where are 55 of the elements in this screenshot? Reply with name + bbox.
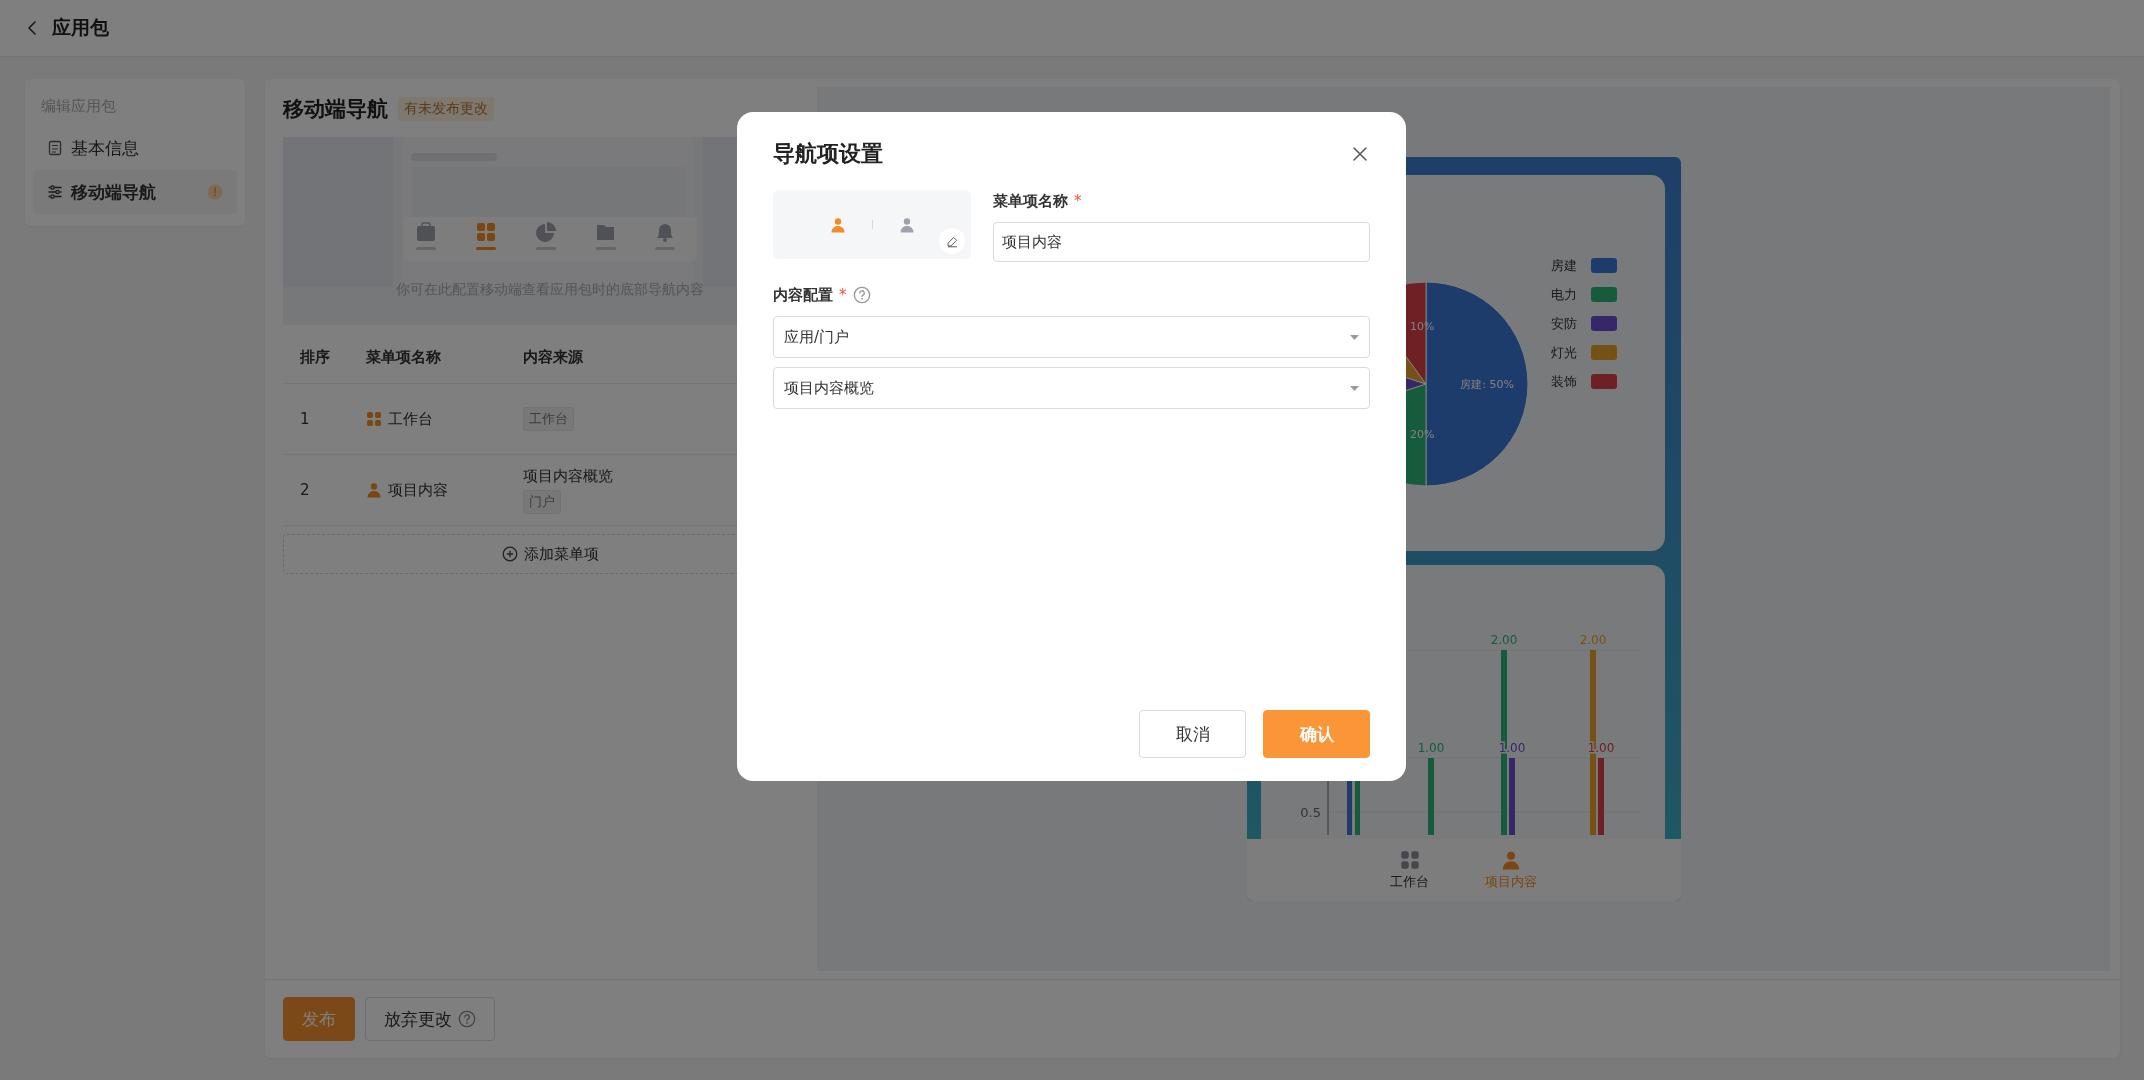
dialog-title: 导航项设置 xyxy=(773,140,883,168)
nav-tab[interactable]: 工作台 xyxy=(1390,839,1429,901)
slice-label: 房建: 50% xyxy=(1459,378,1514,391)
person-icon xyxy=(1501,849,1521,870)
table-cell: 项目内容 xyxy=(388,480,448,500)
document-icon xyxy=(47,140,63,156)
bar-value-label: 2.00 xyxy=(1490,633,1517,647)
close-icon xyxy=(1352,146,1368,162)
field-label: 内容配置 xyxy=(773,285,833,305)
source-tag: 工作台 xyxy=(523,407,574,431)
help-icon[interactable] xyxy=(458,1010,476,1028)
column-header: 排序 xyxy=(300,347,331,367)
edit-button[interactable] xyxy=(939,228,965,254)
warning-icon xyxy=(207,184,223,200)
pencil-icon xyxy=(945,234,959,248)
close-button[interactable] xyxy=(1350,144,1370,164)
field-label: 菜单项名称 xyxy=(993,191,1068,211)
cancel-button[interactable]: 取消 xyxy=(1139,710,1246,758)
grid-icon xyxy=(1399,849,1420,870)
sidebar-item[interactable]: 基本信息 xyxy=(33,126,237,170)
bar-value-label: 1.00 xyxy=(1417,741,1444,755)
select-field[interactable]: 应用/门户 xyxy=(773,316,1370,358)
column-header: 内容来源 xyxy=(523,347,584,367)
axis-tick-label: 0.5 xyxy=(1299,805,1321,820)
help-icon[interactable] xyxy=(852,286,871,304)
bar-value-label: 2.00 xyxy=(1579,633,1606,647)
required-mark: * xyxy=(1074,192,1082,210)
status-tag: 有未发布更改 xyxy=(398,97,494,121)
back-icon[interactable] xyxy=(26,20,38,36)
section-title: 移动端导航 xyxy=(283,96,388,123)
person-icon xyxy=(829,216,846,233)
table-cell: 项目内容概览 xyxy=(523,466,613,486)
table-cell-text: 1 xyxy=(300,410,311,428)
person-icon xyxy=(366,482,382,498)
required-mark: * xyxy=(839,286,847,304)
icon-option[interactable] xyxy=(898,216,915,233)
column-header: 菜单项名称 xyxy=(366,347,442,367)
page-title: 应用包 xyxy=(52,15,109,40)
sliders-icon xyxy=(47,184,63,200)
legend-label: 装饰 xyxy=(1550,374,1577,389)
legend-label: 灯光 xyxy=(1550,345,1577,360)
table-cell-text: 2 xyxy=(300,481,311,499)
grid-icon xyxy=(366,411,382,427)
select-field[interactable]: 项目内容概览 xyxy=(773,367,1370,409)
table-cell: 工作台 xyxy=(388,409,433,429)
plus-circle-icon xyxy=(501,546,518,562)
legend-label: 电力 xyxy=(1550,287,1577,302)
legend-label: 安防 xyxy=(1550,316,1577,331)
legend-label: 房建 xyxy=(1550,258,1577,273)
discard-button[interactable]: 放弃更改 xyxy=(365,997,495,1041)
name-input[interactable]: 项目内容 xyxy=(993,222,1370,262)
caret-icon xyxy=(1350,334,1359,340)
sidebar-item[interactable]: 移动端导航 xyxy=(33,170,237,214)
icon-option[interactable] xyxy=(829,216,846,233)
person-icon xyxy=(898,216,915,233)
